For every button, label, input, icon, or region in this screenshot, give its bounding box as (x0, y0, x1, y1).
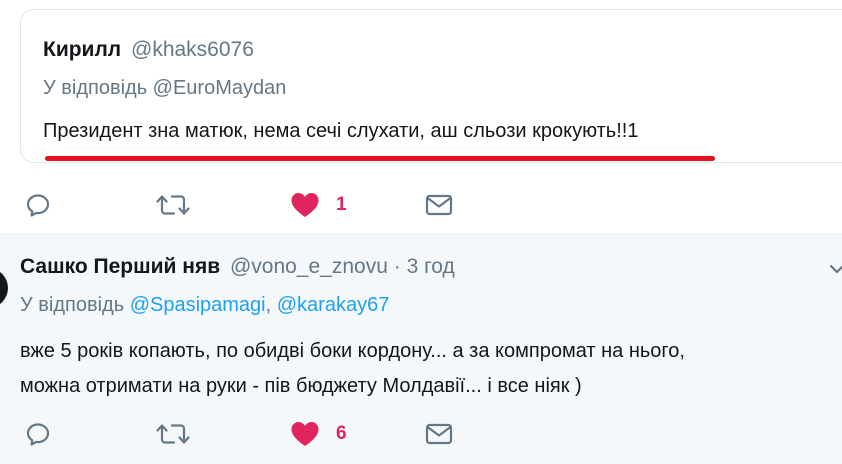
retweet-button[interactable] (156, 416, 190, 452)
reply-tweet-header: Сашко Перший няв @vono_e_znovu · 3 год (20, 255, 455, 279)
reply-bubble-icon (24, 191, 52, 219)
retweet-button[interactable] (156, 187, 190, 223)
quoted-author-name[interactable]: Кирилл (43, 38, 121, 61)
tweet-timestamp[interactable]: 3 год (407, 255, 455, 278)
tweet-text-line-2: можна отримати на руки - пів бюджету Мол… (20, 375, 582, 397)
tweet-menu-button[interactable] (829, 262, 842, 280)
like-count: 1 (336, 194, 347, 215)
mention-separator: , (265, 294, 272, 316)
reply-button[interactable] (24, 187, 52, 223)
reply-context-prefix: У відповідь (20, 294, 125, 316)
reply-author-name[interactable]: Сашко Перший няв (20, 255, 220, 278)
retweet-icon (156, 420, 190, 448)
direct-message-button[interactable] (424, 187, 454, 223)
reply-bubble-icon (24, 420, 52, 448)
retweet-icon (156, 191, 190, 219)
reply-button[interactable] (24, 416, 52, 452)
like-button[interactable]: 6 (290, 416, 347, 452)
reply-context: У відповідь @Spasipamagi, @karakay67 (20, 294, 389, 317)
quoted-author-handle[interactable]: @khaks6076 (131, 38, 254, 61)
like-button[interactable]: 1 (290, 187, 347, 223)
header-separator: · (393, 255, 401, 278)
heart-icon (290, 191, 320, 219)
tweet-text-line-1: вже 5 років копають, по обидві боки корд… (20, 340, 685, 362)
like-count: 6 (336, 423, 347, 444)
direct-message-button[interactable] (424, 416, 454, 452)
reply-tweet-text: вже 5 років копають, по обидві боки корд… (20, 334, 830, 404)
action-bar-2: 6 (0, 416, 842, 452)
envelope-icon (424, 420, 454, 448)
quoted-reply-context: У відповідь @EuroMaydan (43, 77, 287, 99)
mention-link-karakay67[interactable]: @karakay67 (277, 294, 390, 316)
red-highlight-underline (45, 156, 715, 161)
chevron-down-icon (829, 262, 842, 279)
mention-link-spasipamagi[interactable]: @Spasipamagi (130, 294, 266, 316)
reply-author-handle[interactable]: @vono_e_znovu (230, 255, 388, 278)
quoted-tweet-text: Президент зна матюк, нема сечі слухати, … (43, 120, 639, 142)
envelope-icon (424, 191, 454, 219)
action-bar-1: 1 (0, 187, 842, 223)
quoted-tweet-card[interactable]: Кирилл @khaks6076 У відповідь @EuroMayda… (20, 9, 842, 163)
quoted-tweet-header: Кирилл @khaks6076 (43, 38, 254, 62)
heart-icon (290, 420, 320, 448)
